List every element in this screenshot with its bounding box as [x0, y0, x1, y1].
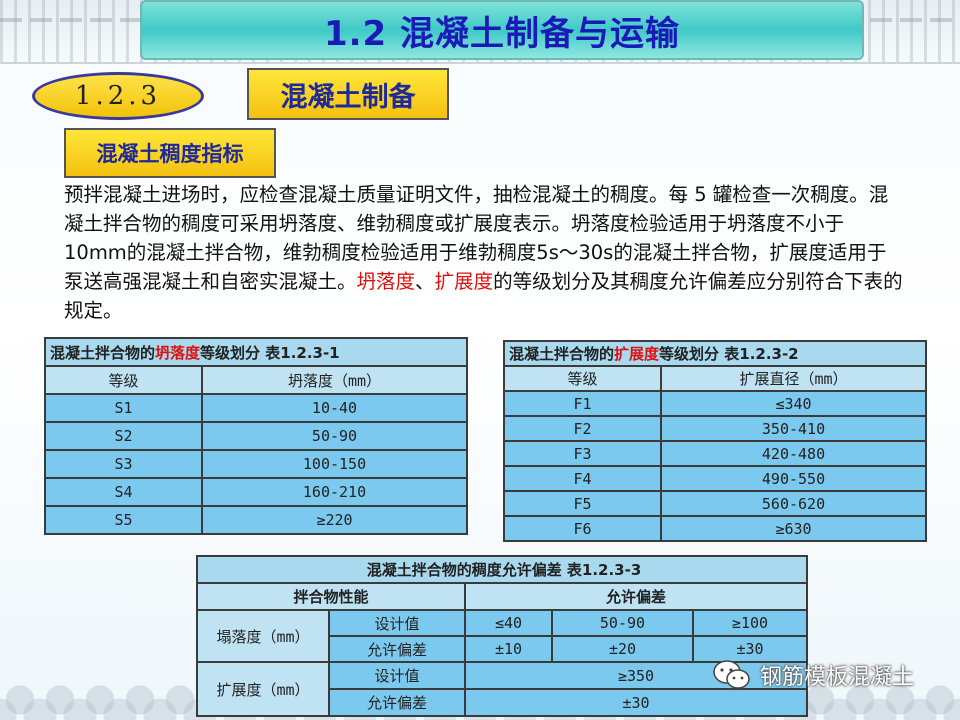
table-cell: 560-620 — [660, 490, 927, 517]
watermark-text: 钢筋模板混凝土 — [760, 665, 915, 690]
row-label-spread: 扩展度（mm） — [196, 661, 330, 717]
table-cell: S4 — [44, 477, 203, 507]
table-cell: 设计值 — [328, 609, 466, 637]
table-cell: 160-210 — [201, 477, 468, 507]
table-cell: 350-410 — [660, 415, 927, 442]
table-cell: 50-90 — [201, 421, 468, 451]
table-caption: 混凝土拌合物的坍落度等级划分 表1.2.3-1 — [44, 337, 468, 367]
table-cell: 490-550 — [660, 465, 927, 492]
table-cell: 允许偏差 — [328, 688, 466, 717]
paragraph-sep: 、 — [415, 270, 435, 293]
watermark: 钢筋模板混凝土 — [712, 658, 914, 692]
table-cell: 420-480 — [660, 440, 927, 467]
table-cell: 10-40 — [201, 393, 468, 423]
table-cell: ±10 — [464, 635, 553, 663]
table-header: 扩展直径（mm） — [660, 365, 927, 392]
spread-grade-table: 混凝土拌合物的扩展度等级划分 表1.2.3-2 等级 扩展直径（mm） F1 ≤3… — [503, 340, 927, 542]
table-header: 等级 — [503, 365, 662, 392]
table-cell: ±20 — [550, 635, 694, 663]
consistency-tolerance-table: 混凝土拌合物的稠度允许偏差 表1.2.3-3 拌合物性能 允许偏差 塌落度（mm… — [196, 555, 809, 717]
table-cell: F1 — [503, 390, 662, 417]
table-cell: ≥220 — [201, 505, 468, 535]
table-cell: ≤40 — [464, 609, 553, 637]
table-cell: F6 — [503, 515, 662, 542]
slump-grade-table: 混凝土拌合物的坍落度等级划分 表1.2.3-1 等级 坍落度（mm） S1 10-… — [44, 337, 468, 535]
table-header: 拌合物性能 — [196, 582, 466, 611]
row-label-slump: 塌落度（mm） — [196, 609, 330, 663]
table-cell: ±30 — [464, 688, 808, 717]
section-title: 混凝土制备 — [247, 68, 449, 120]
wechat-icon — [712, 658, 752, 692]
table-caption: 混凝土拌合物的扩展度等级划分 表1.2.3-2 — [503, 340, 927, 367]
table-cell: S2 — [44, 421, 203, 451]
highlight-slump: 坍落度 — [356, 270, 416, 293]
table-cell: 允许偏差 — [328, 635, 466, 663]
subsection-title: 混凝土稠度指标 — [64, 128, 276, 178]
table-header: 坍落度（mm） — [201, 365, 468, 395]
table-cell: S3 — [44, 449, 203, 479]
table-caption: 混凝土拌合物的稠度允许偏差 表1.2.3-3 — [196, 555, 808, 584]
body-paragraph: 预拌混凝土进场时，应检查混凝土质量证明文件，抽检混凝土的稠度。每 5 罐检查一次… — [64, 180, 904, 325]
table-cell: F5 — [503, 490, 662, 517]
table-header: 允许偏差 — [464, 582, 808, 611]
table-cell: F3 — [503, 440, 662, 467]
table-header: 等级 — [44, 365, 203, 395]
section-number-badge: 1.2.3 — [32, 72, 204, 120]
table-cell: 设计值 — [328, 661, 466, 690]
table-cell: F2 — [503, 415, 662, 442]
table-cell: ≤340 — [660, 390, 927, 417]
table-cell: S5 — [44, 505, 203, 535]
table-cell: ≥100 — [691, 609, 809, 637]
table-cell: 50-90 — [550, 609, 694, 637]
table-cell: ≥630 — [660, 515, 927, 542]
table-cell: S1 — [44, 393, 203, 423]
highlight-spread: 扩展度 — [434, 270, 494, 293]
slide-title: 1.2 混凝土制备与运输 — [323, 13, 681, 54]
table-cell: 100-150 — [201, 449, 468, 479]
table-cell: F4 — [503, 465, 662, 492]
slide-title-bar: 1.2 混凝土制备与运输 — [140, 0, 864, 60]
